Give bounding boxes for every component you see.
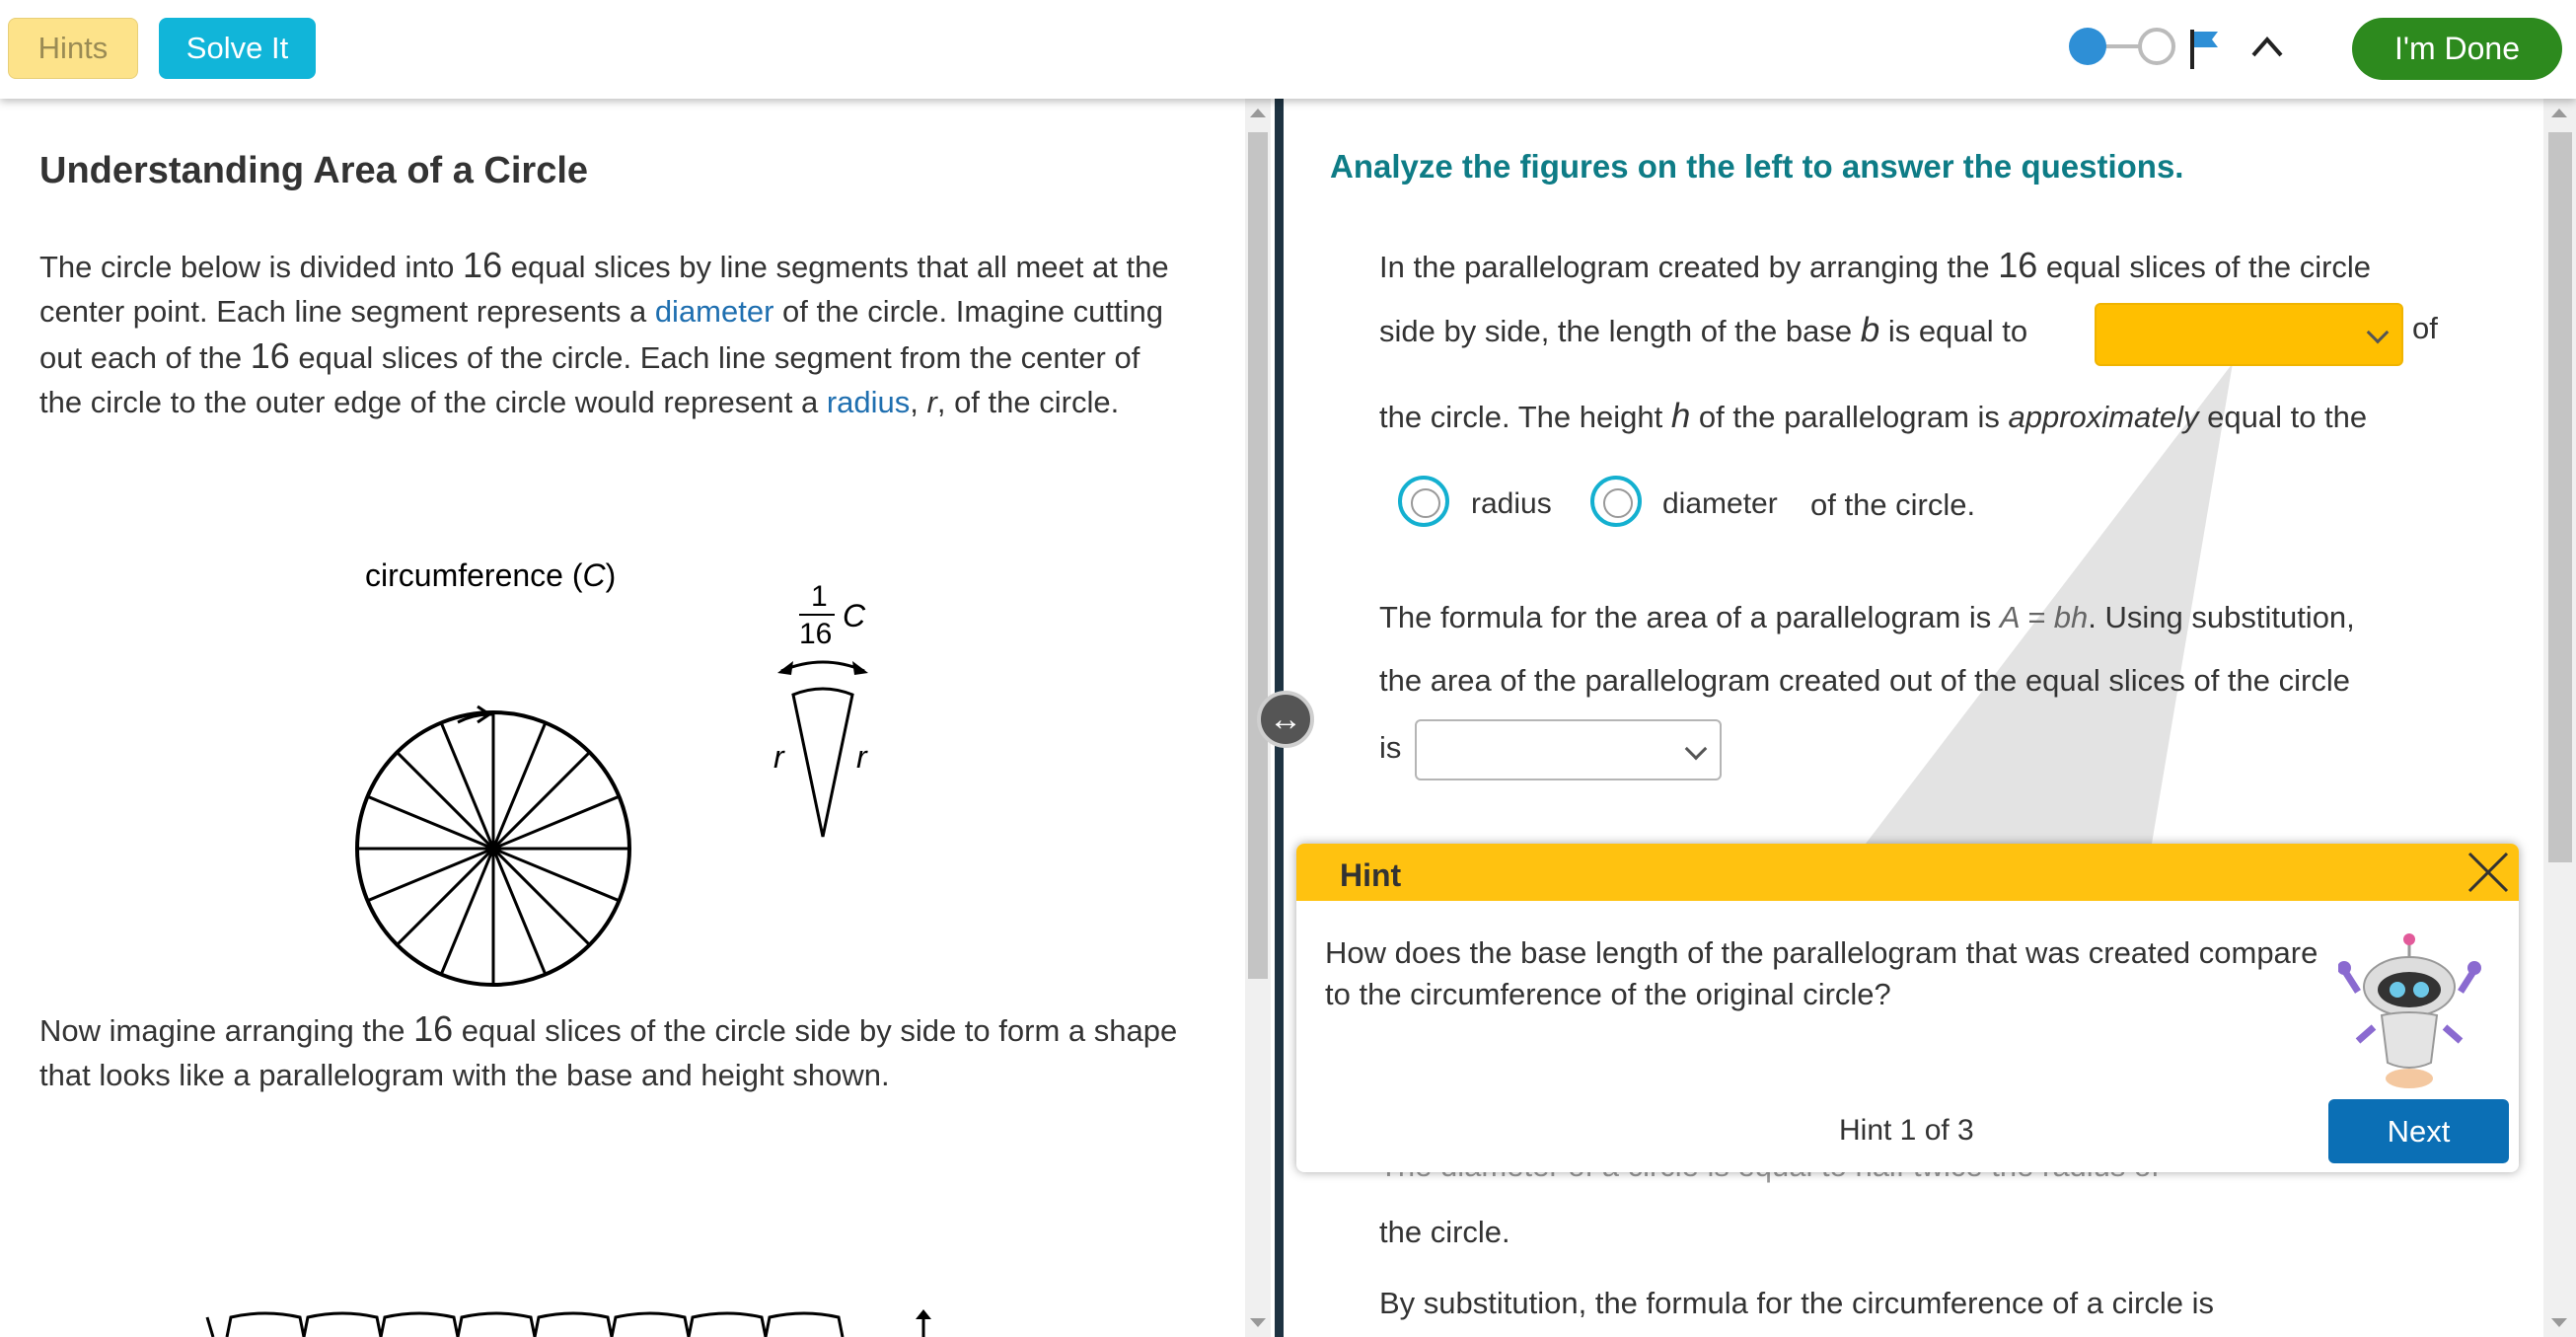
scroll-up-icon[interactable] bbox=[1250, 109, 1266, 117]
q2-line2: the area of the parallelogram created ou… bbox=[1379, 663, 2350, 698]
parallelogram-slice bbox=[225, 1311, 306, 1337]
area-dropdown[interactable] bbox=[1415, 719, 1722, 780]
hint-title: Hint bbox=[1340, 857, 1402, 893]
diameter-radio-label[interactable]: diameter bbox=[1662, 487, 1778, 521]
parallelogram-slice bbox=[302, 1311, 383, 1337]
radius-radio-label[interactable]: radius bbox=[1471, 487, 1552, 521]
arrangement-paragraph: Now imagine arranging the 16 equal slice… bbox=[39, 1008, 1178, 1092]
right-scrollbar[interactable] bbox=[2543, 99, 2576, 1337]
scroll-down-icon[interactable] bbox=[1250, 1318, 1266, 1327]
left-content-pane: Understanding Area of a Circle The circl… bbox=[0, 99, 1245, 1337]
solve-it-button[interactable]: Solve It bbox=[159, 18, 316, 79]
hint-text: How does the base length of the parallel… bbox=[1325, 935, 2318, 1011]
q1-line2: side by side, the length of the base b i… bbox=[1379, 311, 2028, 349]
resize-splitter-icon[interactable]: ↔ bbox=[1257, 691, 1314, 748]
parallelogram-slice bbox=[456, 1311, 537, 1337]
wedge-diagram: 1 16 C r r bbox=[773, 580, 868, 838]
radius-label-right: r bbox=[856, 739, 868, 775]
parallelogram-edge bbox=[205, 1316, 215, 1337]
q3-line3: By substitution, the formula for the cir… bbox=[1379, 1286, 2214, 1320]
q1-line2-tail: of bbox=[2412, 311, 2438, 345]
radius-link[interactable]: radius bbox=[827, 385, 910, 419]
radius-label-left: r bbox=[773, 739, 785, 775]
radius-radio[interactable] bbox=[1398, 476, 1449, 527]
im-done-button[interactable]: I'm Done bbox=[2352, 18, 2562, 80]
q3-line2: the circle. bbox=[1379, 1215, 1510, 1249]
top-toolbar: Hints Solve It I'm Done bbox=[0, 0, 2576, 99]
scroll-up-icon[interactable] bbox=[2551, 109, 2567, 117]
fraction-variable: C bbox=[843, 598, 866, 633]
parallelogram-slice bbox=[379, 1311, 460, 1337]
q2-line3: is bbox=[1379, 730, 1402, 765]
close-icon[interactable] bbox=[2466, 850, 2511, 895]
slice-wedge bbox=[791, 687, 854, 838]
chevron-down-icon bbox=[2366, 321, 2390, 344]
lesson-screen: Hints Solve It I'm Done Understanding Ar… bbox=[0, 0, 2576, 1337]
fraction-denominator: 16 bbox=[799, 618, 832, 650]
q1-tail: of the circle. bbox=[1810, 487, 1976, 522]
parallelogram-slice bbox=[764, 1311, 845, 1337]
instructions-heading: Analyze the figures on the left to answe… bbox=[1330, 148, 2184, 185]
progress-tracker[interactable] bbox=[2068, 22, 2275, 71]
lesson-title: Understanding Area of a Circle bbox=[39, 150, 589, 191]
q1-line1: In the parallelogram created by arrangin… bbox=[1379, 245, 2372, 285]
circumference-label: circumference (C) bbox=[365, 557, 616, 593]
chevron-down-icon bbox=[1684, 737, 1708, 761]
parallelogram-slice bbox=[687, 1311, 768, 1337]
fraction-numerator: 1 bbox=[811, 580, 828, 613]
q1-line3: the circle. The height h of the parallel… bbox=[1379, 397, 2368, 435]
q2-line1: The formula for the area of a parallelog… bbox=[1379, 600, 2355, 634]
parallelogram-slice bbox=[533, 1311, 614, 1337]
progress-step-current[interactable] bbox=[2069, 28, 2106, 65]
arc-arrow bbox=[780, 660, 865, 673]
parallelogram-diagram bbox=[205, 1309, 931, 1337]
hint-dialog: Hint How does the base length of the par… bbox=[1296, 844, 2519, 1172]
collapse-caret-icon[interactable] bbox=[2247, 28, 2287, 67]
left-scroll-thumb[interactable] bbox=[1248, 132, 1268, 979]
diameter-radio[interactable] bbox=[1590, 476, 1642, 527]
height-arrow-head-icon bbox=[916, 1309, 931, 1319]
arrow-head-left-icon bbox=[777, 661, 793, 675]
scroll-down-icon[interactable] bbox=[2551, 1318, 2567, 1327]
hint-counter: Hint 1 of 3 bbox=[1839, 1114, 1974, 1147]
right-scroll-thumb[interactable] bbox=[2548, 132, 2572, 862]
base-length-dropdown[interactable] bbox=[2095, 303, 2403, 366]
progress-step-next[interactable] bbox=[2138, 28, 2175, 65]
flag-icon[interactable] bbox=[2194, 32, 2218, 47]
next-hint-button[interactable]: Next bbox=[2328, 1099, 2509, 1163]
robot-mascot-icon bbox=[2338, 933, 2481, 1088]
hint-header: Hint bbox=[1296, 844, 2519, 901]
intro-paragraph: The circle below is divided into 16 equa… bbox=[39, 245, 1169, 419]
sliced-circle bbox=[355, 705, 631, 987]
hints-button[interactable]: Hints bbox=[8, 18, 138, 79]
circle-diagram: circumference (C) bbox=[355, 557, 631, 987]
arrow-head-right-icon bbox=[852, 661, 868, 675]
diameter-link[interactable]: diameter bbox=[655, 294, 774, 329]
parallelogram-slice bbox=[610, 1311, 691, 1337]
